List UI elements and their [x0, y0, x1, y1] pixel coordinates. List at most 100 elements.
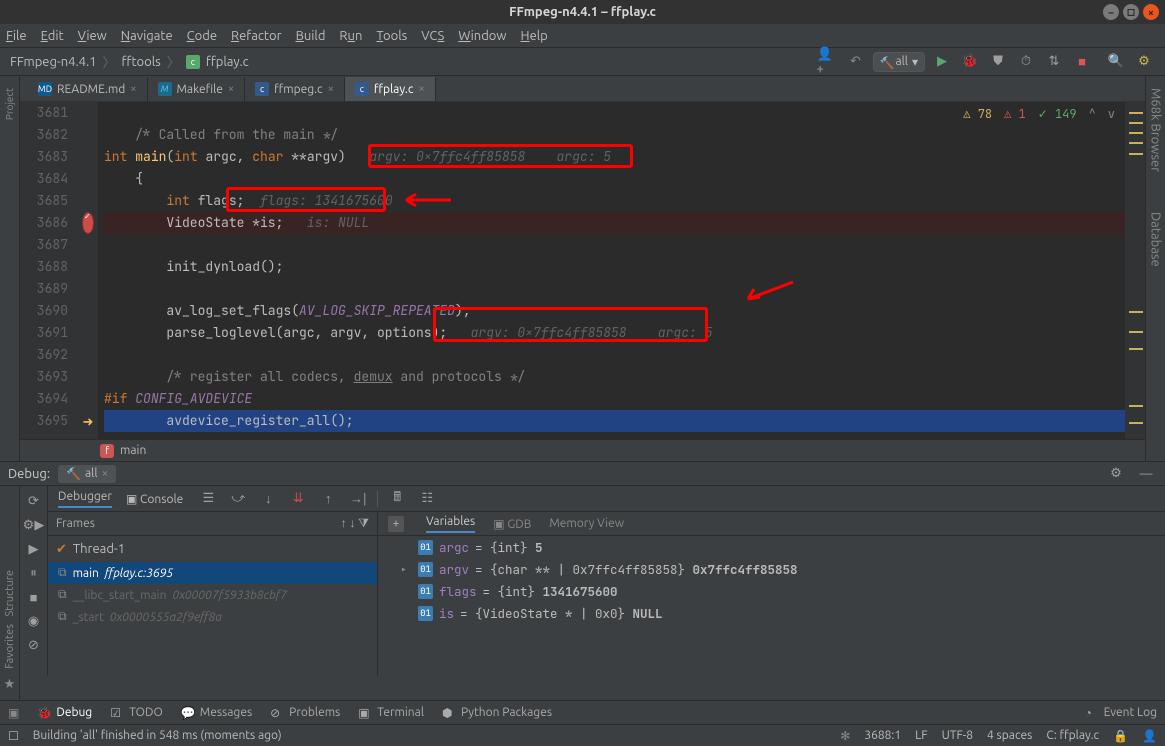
tab-ffplay[interactable]: cffplay.c×: [345, 77, 436, 101]
variable-row[interactable]: 01 is = {VideoState * | 0x0} NULL: [378, 602, 1165, 624]
coverage-icon[interactable]: ⛊: [987, 51, 1009, 73]
menu-refactor[interactable]: Refactor: [231, 29, 282, 43]
variable-row[interactable]: ▸01 argv = {char ** | 0x7ffc4ff85858} 0x…: [378, 558, 1165, 580]
pause-icon[interactable]: ⏸: [23, 562, 45, 584]
menu-help[interactable]: Help: [521, 29, 548, 43]
close-button[interactable]: ×: [1143, 4, 1159, 20]
event-log-tab[interactable]: ◔Event Log: [1085, 706, 1157, 720]
debugger-tab[interactable]: Debugger: [58, 490, 112, 508]
indent-setting[interactable]: 4 spaces: [987, 729, 1032, 742]
thread-selector[interactable]: ✔Thread-1: [48, 536, 377, 562]
close-icon[interactable]: ×: [228, 83, 234, 95]
tab-makefile[interactable]: MMakefile×: [148, 77, 246, 101]
menu-edit[interactable]: Edit: [41, 29, 64, 43]
file-encoding[interactable]: UTF-8: [942, 729, 973, 742]
breadcrumb-folder[interactable]: fftools: [122, 55, 161, 69]
menu-vcs[interactable]: VCS: [421, 29, 444, 43]
menu-window[interactable]: Window: [458, 29, 506, 43]
variable-row[interactable]: 01 flags = {int} 1341675600: [378, 580, 1165, 602]
close-icon[interactable]: ×: [101, 467, 108, 480]
menu-view[interactable]: View: [78, 29, 107, 43]
python-packages-tool-tab[interactable]: ⬢Python Packages: [442, 706, 552, 720]
breadcrumb-project[interactable]: FFmpeg-n4.4.1: [10, 55, 97, 69]
back-icon[interactable]: ↶: [845, 51, 867, 73]
memory-view-tab[interactable]: Memory View: [549, 517, 624, 530]
menu-build[interactable]: Build: [296, 29, 326, 43]
maximize-button[interactable]: ◻: [1123, 4, 1139, 20]
attach-icon[interactable]: ⇅: [1043, 51, 1065, 73]
close-icon[interactable]: ×: [328, 83, 334, 95]
project-tool-button[interactable]: Project: [4, 88, 15, 120]
messages-tool-tab[interactable]: 💬Messages: [181, 706, 252, 720]
prev-frame-icon[interactable]: ↑: [341, 517, 347, 530]
resume-icon[interactable]: ▶: [23, 538, 45, 560]
breadcrumb-file[interactable]: ffplay.c: [206, 55, 249, 69]
favorites-tool-button[interactable]: Favorites: [4, 624, 16, 669]
terminal-tool-tab[interactable]: ▣Terminal: [358, 706, 424, 720]
console-tab[interactable]: ▣ Console: [126, 492, 183, 506]
tab-ffmpeg[interactable]: cffmpeg.c×: [245, 77, 345, 101]
rerun-icon[interactable]: ⟳: [23, 490, 45, 512]
scroll-down-icon[interactable]: v: [1108, 106, 1115, 122]
hide-icon[interactable]: —: [1135, 463, 1157, 485]
search-icon[interactable]: 🔍: [1105, 51, 1127, 73]
next-frame-icon[interactable]: ↓: [350, 517, 356, 530]
run-to-cursor-icon[interactable]: →|: [347, 488, 369, 510]
mute-breakpoints-icon[interactable]: ⊘: [23, 634, 45, 656]
function-name[interactable]: main: [120, 444, 146, 457]
modify-run-icon[interactable]: ⚙▶: [23, 514, 45, 536]
database-tool-button[interactable]: Database: [1149, 212, 1163, 267]
caret-position[interactable]: 3688:1: [864, 729, 901, 742]
stop-icon[interactable]: ■: [1071, 51, 1093, 73]
stop-icon[interactable]: ■: [23, 586, 45, 608]
frame-row[interactable]: ⧉_start 0x0000555a2f9eff8a: [48, 606, 377, 628]
menu-run[interactable]: Run: [339, 29, 362, 43]
add-watch-icon[interactable]: +: [388, 516, 404, 532]
close-icon[interactable]: ×: [130, 83, 136, 95]
frame-row[interactable]: ⧉__libc_start_main 0x00007f5933b8cbf7: [48, 584, 377, 606]
code-content[interactable]: /* Called from the main */int main(int a…: [98, 102, 1145, 439]
run-config-selector[interactable]: 🔨 all ▾: [873, 52, 926, 72]
filter-frames-icon[interactable]: ⧩: [358, 517, 369, 530]
show-exec-icon[interactable]: ☰: [197, 488, 219, 510]
file-context[interactable]: C: ffplay.c: [1046, 729, 1099, 742]
settings-icon[interactable]: ⚙: [1133, 51, 1155, 73]
force-step-into-icon[interactable]: ⇊: [287, 488, 309, 510]
debug-tool-tab[interactable]: 🐞Debug: [37, 706, 92, 720]
debug-settings-icon[interactable]: ⚙: [1105, 463, 1127, 485]
ok-badge[interactable]: ✓ 149: [1038, 106, 1077, 122]
variable-row[interactable]: 01 argc = {int} 5: [378, 536, 1165, 558]
structure-tool-button[interactable]: Structure: [4, 570, 16, 617]
scroll-up-icon[interactable]: ^: [1089, 106, 1096, 122]
add-config-icon[interactable]: 👤+: [817, 51, 839, 73]
step-over-icon[interactable]: ⤻: [227, 488, 249, 510]
run-icon[interactable]: ▶: [931, 51, 953, 73]
debug-icon[interactable]: 🐞: [959, 51, 981, 73]
variables-tab[interactable]: Variables: [426, 515, 475, 533]
step-into-icon[interactable]: ↓: [257, 488, 279, 510]
profile-icon[interactable]: ⏱: [1015, 51, 1037, 73]
debug-config-tab[interactable]: 🔨 all ×: [58, 465, 116, 483]
view-breakpoints-icon[interactable]: ◉: [23, 610, 45, 632]
frame-row[interactable]: ⧉main ffplay.c:3695: [48, 562, 377, 584]
error-stripe[interactable]: [1125, 102, 1145, 439]
menu-code[interactable]: Code: [187, 29, 217, 43]
inspector-icon[interactable]: 👤: [1142, 729, 1157, 743]
menu-navigate[interactable]: Navigate: [121, 29, 173, 43]
code-editor[interactable]: ⚠ 78 ⚠ 1 ✓ 149 ^ v 368136823683368436853…: [20, 102, 1145, 439]
status-icon[interactable]: ☐: [8, 729, 19, 743]
evaluate-icon[interactable]: 🖩: [386, 488, 408, 510]
problems-tool-tab[interactable]: ⊘Problems: [270, 706, 340, 720]
breakpoint-gutter[interactable]: ➜: [78, 102, 98, 439]
minimize-button[interactable]: –: [1103, 4, 1119, 20]
step-out-icon[interactable]: ↑: [317, 488, 339, 510]
menu-tools[interactable]: Tools: [376, 29, 407, 43]
gdb-tab[interactable]: ▣ GDB: [493, 517, 531, 531]
warning-badge[interactable]: ⚠ 78: [963, 106, 992, 122]
close-icon[interactable]: ×: [418, 83, 424, 95]
line-separator[interactable]: LF: [915, 729, 927, 742]
expand-icon[interactable]: ▣: [8, 706, 19, 720]
menu-file[interactable]: File: [6, 29, 27, 43]
breakpoint-icon[interactable]: [82, 212, 94, 234]
trace-icon[interactable]: ☷: [416, 488, 438, 510]
